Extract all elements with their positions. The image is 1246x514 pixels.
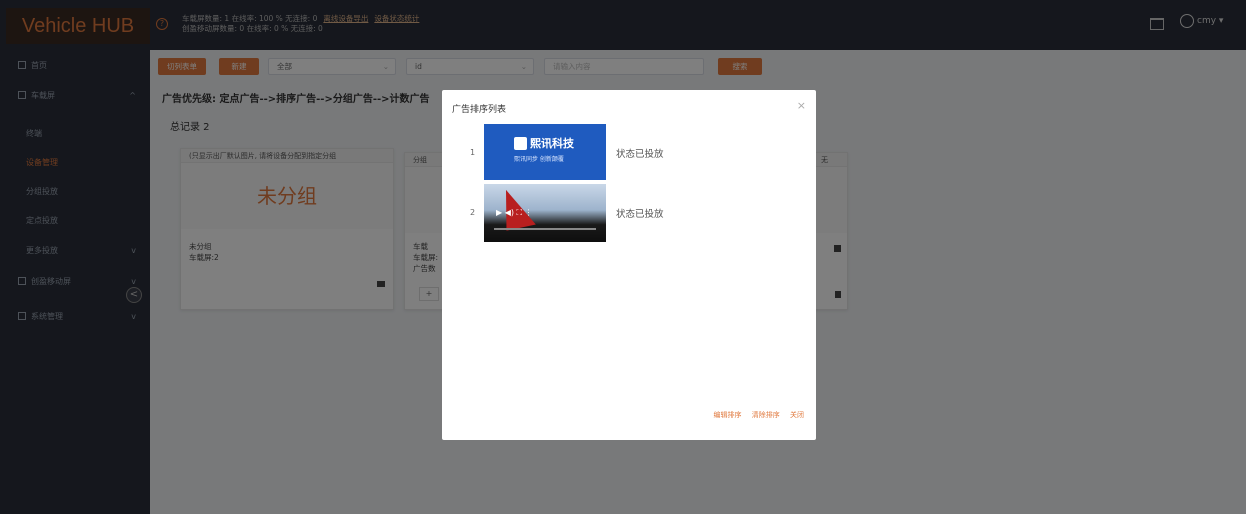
brand-logo-icon [514, 137, 527, 150]
close-icon[interactable]: × [797, 99, 806, 112]
edit-sort-button[interactable]: 编辑排序 [714, 411, 742, 419]
brand-slogan: 熙讯同步 创新颠覆 [514, 156, 564, 163]
video-progress-bar[interactable] [494, 228, 596, 230]
clear-sort-button[interactable]: 清除排序 [752, 411, 780, 419]
brand-name: 熙讯科技 [530, 137, 574, 150]
ad-status: 状态已投放 [616, 209, 664, 220]
close-button[interactable]: 关闭 [790, 411, 804, 419]
ad-sort-modal: 广告排序列表 × 1 熙讯科技 熙讯同步 创新颠覆 状态已投放 2 ▶ ◀) ⛶… [442, 90, 816, 440]
modal-actions: 编辑排序 清除排序 关闭 [706, 410, 804, 420]
ad-thumbnail-image[interactable]: 熙讯科技 熙讯同步 创新颠覆 [484, 124, 606, 180]
ad-thumbnail-video[interactable]: ▶ ◀) ⛶ ⋮ [484, 184, 606, 242]
row-number: 1 [470, 148, 476, 157]
video-controls[interactable]: ▶ ◀) ⛶ ⋮ [496, 208, 533, 218]
modal-title: 广告排序列表 [452, 105, 507, 115]
ad-status: 状态已投放 [616, 149, 664, 160]
row-number: 2 [470, 208, 476, 217]
